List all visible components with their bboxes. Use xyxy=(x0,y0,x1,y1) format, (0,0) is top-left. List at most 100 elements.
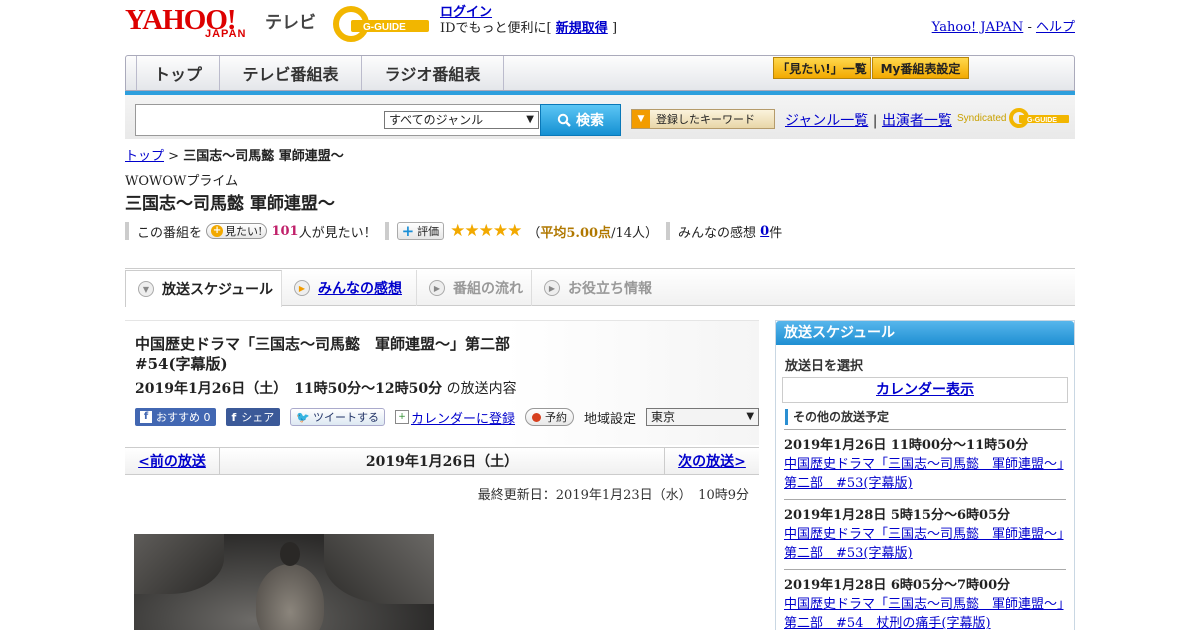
my-schedule-button[interactable]: My番組表設定 xyxy=(872,57,969,79)
kanso-suffix: 件 xyxy=(769,225,783,241)
next-broadcast-link[interactable]: 次の放送> xyxy=(678,451,746,471)
program-stats: この番組を + 見たい! 101 人が見たい！ + 評価 ★★★★★ （ 平均5… xyxy=(125,221,782,241)
performer-list-link[interactable]: 出演者一覧 xyxy=(882,113,952,129)
dropdown-arrow-icon: ▼ xyxy=(632,110,650,128)
facebook-icon: f xyxy=(231,410,237,424)
breadcrumb-sep: > xyxy=(168,149,180,164)
reserve-button[interactable]: 予約 xyxy=(525,408,575,426)
tv-logo-text[interactable]: テレビ xyxy=(265,8,316,33)
tab-label: 番組の流れ xyxy=(453,281,523,297)
episode-title-line2: #54(字幕版) xyxy=(135,355,228,373)
registered-keyword-label: 登録したキーワード xyxy=(656,113,755,126)
mitai-button-label: 見たい! xyxy=(225,225,263,238)
tab-useful-info: ▶ お役立ち情報 xyxy=(532,270,662,306)
main-nav: トップ テレビ番組表 ラジオ番組表 「見たい!」一覧 My番組表設定 xyxy=(125,55,1075,91)
facebook-icon: f xyxy=(140,411,152,423)
rate-button-label: 評価 xyxy=(417,225,440,238)
region-label: 地域設定 xyxy=(584,411,637,427)
gguide-logo-text: G-GUIDE xyxy=(363,22,406,33)
tab-label: みんなの感想 xyxy=(318,281,402,297)
gguide-small-logo-text: G-GUIDE xyxy=(1027,117,1057,124)
sidebar-title: 放送スケジュール xyxy=(776,321,1074,345)
episode-title: 中国歴史ドラマ「三国志～司馬懿 軍師連盟～」第二部 #54(字幕版) xyxy=(135,334,655,374)
episode-thumbnail xyxy=(134,534,434,630)
schedule-when: 2019年1月26日 11時00分～11時50分 xyxy=(784,438,1029,453)
mitai-suffix: 人が見たい！ xyxy=(298,225,377,241)
calendar-display: カレンダー表示 xyxy=(782,377,1068,403)
play-arrow-icon: ▶ xyxy=(429,280,445,296)
nav-tab-top[interactable]: トップ xyxy=(136,56,220,90)
gguide-small-logo: G-GUIDE xyxy=(1009,108,1070,128)
tab-schedule[interactable]: ▼ 放送スケジュール xyxy=(125,270,282,307)
prev-broadcast-link[interactable]: <前の放送 xyxy=(138,451,206,471)
genre-select-value: すべてのジャンル xyxy=(389,113,484,127)
episode-datetime-suffix: の放送内容 xyxy=(446,381,517,397)
schedule-link[interactable]: 中国歴史ドラマ「三国志～司馬懿 軍師連盟～」第二部 #54 杖刑の痛手(字幕版) xyxy=(784,597,1064,630)
facebook-share-label: シェア xyxy=(241,411,275,424)
tweet-label: ツイートする xyxy=(313,411,379,424)
play-arrow-icon: ▶ xyxy=(544,280,560,296)
search-button-label: 検索 xyxy=(576,113,604,129)
schedule-link[interactable]: 中国歴史ドラマ「三国志～司馬懿 軍師連盟～」第二部 #53(字幕版) xyxy=(784,457,1064,491)
chevron-down-icon: ▼ xyxy=(746,411,755,422)
avg-open: （ xyxy=(527,225,541,241)
rate-button[interactable]: + 評価 xyxy=(396,222,445,240)
link-divider: | xyxy=(872,113,878,129)
login-link[interactable]: ログイン xyxy=(440,5,492,20)
yahoo-japan-link[interactable]: Yahoo! JAPAN xyxy=(932,20,1024,35)
breadcrumb-top-link[interactable]: トップ xyxy=(125,149,164,164)
mitai-button[interactable]: + 見たい! xyxy=(206,223,268,239)
facebook-recommend-label: おすすめ 0 xyxy=(156,411,211,424)
episode-actions: f おすすめ 0 f シェア 🐦 ツイートする + カレンダーに登録 予約 地域… xyxy=(135,407,760,427)
yahoo-logo-japan: JAPAN xyxy=(205,28,247,40)
add-to-calendar-link[interactable]: カレンダーに登録 xyxy=(411,408,515,427)
nav-tab-radio-schedule[interactable]: ラジオ番組表 xyxy=(362,56,504,90)
episode-datetime: 2019年1月26日（土） 11時50分～12時50分 の放送内容 xyxy=(135,378,517,398)
tab-label: 放送スケジュール xyxy=(162,282,274,298)
registered-keyword-button[interactable]: ▼ 登録したキーワード xyxy=(631,109,775,129)
mitai-list-button[interactable]: 「見たい!」一覧 xyxy=(773,57,871,79)
region-select[interactable]: 東京 ▼ xyxy=(646,408,760,426)
add-to-calendar[interactable]: + カレンダーに登録 xyxy=(395,408,515,427)
top-right-links: Yahoo! JAPAN - ヘルプ xyxy=(932,16,1075,35)
header-separator: - xyxy=(1027,20,1032,35)
broadcast-pager: <前の放送 2019年1月26日（土） 次の放送> xyxy=(125,447,759,475)
thumb-shape xyxy=(280,542,300,566)
plus-icon: + xyxy=(401,222,415,240)
divider xyxy=(384,222,389,240)
tweet-button[interactable]: 🐦 ツイートする xyxy=(290,408,385,426)
twitter-bird-icon: 🐦 xyxy=(296,410,310,424)
main-content: 中国歴史ドラマ「三国志～司馬懿 軍師連盟～」第二部 #54(字幕版) 2019年… xyxy=(125,320,760,630)
syndicated-label: Syndicated xyxy=(957,112,1007,124)
syndicated-badge: Syndicated G-GUIDE xyxy=(957,107,1071,129)
login-prompt: IDでもっと便利に[ xyxy=(440,21,552,36)
list-item: 2019年1月26日 11時00分～11時50分 中国歴史ドラマ「三国志～司馬懿… xyxy=(784,430,1066,500)
region-select-value: 東京 xyxy=(651,410,676,424)
help-link[interactable]: ヘルプ xyxy=(1036,20,1075,35)
gguide-logo[interactable]: G-GUIDE xyxy=(333,6,433,42)
genre-select[interactable]: すべてのジャンル ▼ xyxy=(384,111,539,129)
login-box: ログイン IDでもっと便利に[ 新規取得 ] xyxy=(440,5,617,37)
list-item: 2019年1月28日 6時05分～7時00分 中国歴史ドラマ「三国志～司馬懿 軍… xyxy=(784,570,1066,630)
search-button[interactable]: 検索 xyxy=(540,104,621,136)
record-dot-icon xyxy=(532,412,542,422)
kanso-count-link[interactable]: 0 xyxy=(760,224,769,239)
signup-link[interactable]: 新規取得 xyxy=(556,21,608,36)
search-icon xyxy=(557,113,571,127)
schedule-link[interactable]: 中国歴史ドラマ「三国志～司馬懿 軍師連盟～」第二部 #53(字幕版) xyxy=(784,527,1064,561)
genre-list-link[interactable]: ジャンル一覧 xyxy=(785,113,868,129)
facebook-recommend-button[interactable]: f おすすめ 0 xyxy=(135,408,216,426)
channel-name: WOWOWプライム xyxy=(125,174,239,189)
schedule-when: 2019年1月28日 6時05分～7時00分 xyxy=(784,578,1011,593)
page-title: 三国志～司馬懿 軍師連盟～ xyxy=(125,194,335,214)
page: YAHOO! JAPAN テレビ G-GUIDE ログイン IDでもっと便利に[… xyxy=(125,0,1075,630)
nav-tab-tv-schedule[interactable]: テレビ番組表 xyxy=(220,56,362,90)
breadcrumb-current: 三国志～司馬懿 軍師連盟～ xyxy=(183,149,344,164)
calendar-display-link[interactable]: カレンダー表示 xyxy=(876,382,974,398)
facebook-share-button[interactable]: f シェア xyxy=(225,408,281,426)
other-schedule-heading: その他の放送予定 xyxy=(785,409,1074,425)
last-updated: 最終更新日：2019年1月23日（水） 10時9分 xyxy=(477,488,749,503)
tab-reviews[interactable]: ▶ みんなの感想 xyxy=(282,270,417,306)
episode-box: 中国歴史ドラマ「三国志～司馬懿 軍師連盟～」第二部 #54(字幕版) 2019年… xyxy=(125,320,760,445)
thumb-shape xyxy=(324,534,434,604)
